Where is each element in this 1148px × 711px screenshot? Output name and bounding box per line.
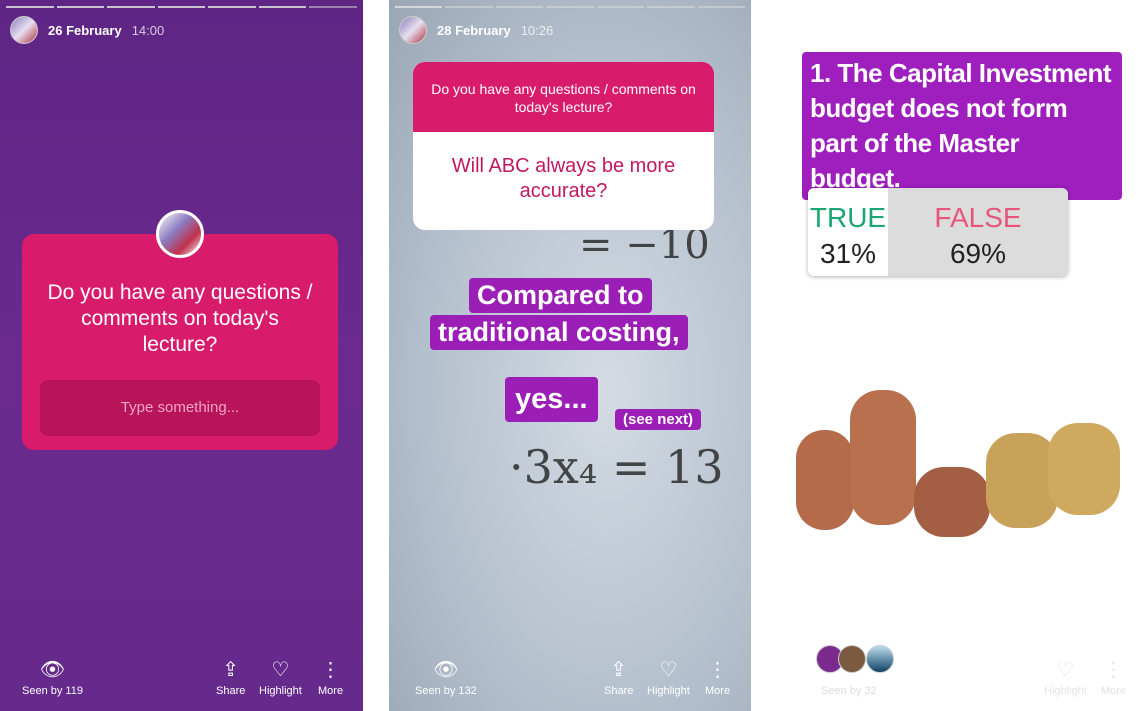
share-icon: ⇪ (610, 659, 628, 681)
text-label: yes... (505, 377, 598, 422)
viewer-avatar (866, 645, 894, 673)
question-text: Do you have any questions / comments on … (47, 281, 313, 356)
question-text: Do you have any questions / comments on … (413, 62, 714, 132)
heart-circle-icon: ♡ (271, 659, 290, 681)
text-label: traditional costing, (430, 315, 688, 350)
heart-circle-icon: ♡ (659, 659, 678, 681)
share-button[interactable]: ⇪ Share (604, 657, 633, 697)
more-vertical-icon: ⋮ (707, 659, 728, 681)
seen-by-button[interactable]: 👁 Seen by 119 (22, 657, 83, 697)
more-button[interactable]: ⋮ More (318, 657, 343, 697)
viewer-avatars[interactable] (816, 645, 894, 673)
share-icon: ⇪ (222, 659, 240, 681)
story-date: 26 February (48, 22, 122, 38)
story-time: 14:00 (131, 22, 165, 38)
coins-image (796, 390, 1120, 537)
answer-input[interactable]: Type something... (40, 380, 320, 436)
more-button[interactable]: ⋮ More (1101, 657, 1126, 697)
story-time: 10:26 (520, 22, 554, 38)
question-response-card: Do you have any questions / comments on … (413, 62, 714, 230)
math-background: ·3x₄ = 13 (509, 440, 724, 494)
avatar[interactable] (399, 16, 427, 44)
seen-by-button[interactable]: Seen by 32 (821, 685, 877, 697)
progress-bars (6, 6, 358, 8)
more-vertical-icon: ⋮ (320, 659, 341, 681)
sticker-avatar (156, 210, 204, 258)
story-header: 28 February 10:26 (399, 16, 553, 44)
highlight-button[interactable]: ♡ Highlight (1044, 657, 1087, 697)
story-date: 28 February (437, 22, 511, 38)
highlight-button[interactable]: ♡ Highlight (647, 657, 690, 697)
story-panel-2: 28 February 10:26 = −10 ·3x₄ = 13 Do you… (389, 0, 751, 711)
seen-by-button[interactable]: 👁 Seen by 132 (415, 657, 477, 697)
highlight-button[interactable]: ♡ Highlight (259, 657, 302, 697)
poll-option-false[interactable]: FALSE 69% (888, 188, 1068, 276)
story-panel-3: 1. The Capital Investment budget does no… (786, 0, 1148, 711)
story-panel-1: 26 February 14:00 Do you have any questi… (0, 0, 363, 711)
avatar[interactable] (10, 16, 38, 44)
more-vertical-icon: ⋮ (1103, 659, 1124, 681)
heart-circle-icon: ♡ (1056, 659, 1075, 681)
eye-icon: 👁 (39, 659, 66, 681)
viewer-avatar (838, 645, 866, 673)
question-sticker[interactable]: Do you have any questions / comments on … (22, 234, 338, 450)
progress-bars (395, 6, 745, 8)
text-label: Compared to (469, 278, 652, 313)
story-header: 26 February 14:00 (10, 16, 164, 44)
more-button[interactable]: ⋮ More (705, 657, 730, 697)
poll-sticker[interactable]: TRUE 31% FALSE 69% (808, 188, 1068, 276)
text-label: (see next) (615, 409, 702, 430)
answer-text: Will ABC always be more accurate? (451, 155, 676, 202)
quiz-question: 1. The Capital Investment budget does no… (802, 52, 1122, 200)
poll-option-true[interactable]: TRUE 31% (808, 188, 888, 276)
share-button[interactable]: ⇪ Share (216, 657, 245, 697)
eye-icon: 👁 (433, 659, 459, 681)
